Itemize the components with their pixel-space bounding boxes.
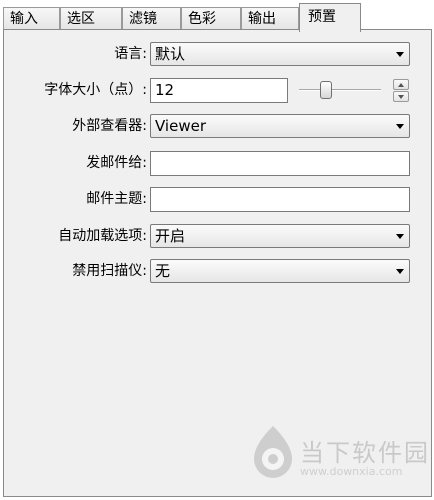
language-select[interactable]: 默认 — [150, 42, 410, 66]
disable-scanner-value: 无 — [155, 262, 171, 280]
external-viewer-select[interactable]: Viewer — [150, 114, 410, 138]
spin-down-icon — [398, 95, 404, 99]
disable-scanner-label: 禁用扫描仪: — [72, 263, 147, 279]
mail-subject-input[interactable] — [150, 187, 410, 212]
spin-down-button[interactable] — [393, 91, 409, 102]
spin-up-button[interactable] — [393, 79, 409, 90]
font-size-slider-track[interactable] — [299, 89, 381, 91]
watermark-url: www.downxia.com — [300, 465, 403, 478]
watermark-title: 当下软件园 — [300, 439, 430, 467]
tab-color[interactable]: 色彩 — [181, 7, 241, 31]
external-viewer-value: Viewer — [155, 117, 206, 135]
external-viewer-label: 外部查看器: — [72, 118, 147, 134]
tab-output[interactable]: 输出 — [241, 7, 299, 31]
watermark: 当下软件园 www.downxia.com — [248, 423, 434, 497]
tab-presets[interactable]: 预置 — [299, 3, 361, 32]
disable-scanner-select[interactable]: 无 — [150, 259, 410, 283]
chevron-down-icon — [396, 269, 404, 274]
chevron-down-icon — [396, 52, 404, 57]
chevron-down-icon — [396, 234, 404, 239]
send-mail-label: 发邮件给: — [86, 155, 147, 171]
tab-filter[interactable]: 滤镜 — [122, 7, 181, 31]
send-mail-input[interactable] — [150, 151, 410, 176]
font-size-label: 字体大小（点）: — [44, 82, 147, 98]
tab-bar: 输入 选区 滤镜 色彩 输出 预置 — [3, 3, 434, 32]
language-label: 语言: — [114, 46, 147, 62]
slider-thumb-icon[interactable] — [320, 81, 332, 99]
autoload-value: 开启 — [155, 227, 186, 245]
autoload-label: 自动加载选项: — [58, 228, 147, 244]
font-size-input[interactable]: 12 — [150, 78, 288, 103]
tab-selection[interactable]: 选区 — [60, 7, 122, 31]
tab-input[interactable]: 输入 — [3, 7, 60, 31]
mail-subject-label: 邮件主题: — [86, 191, 147, 207]
chevron-down-icon — [396, 124, 404, 129]
autoload-select[interactable]: 开启 — [150, 224, 410, 248]
language-value: 默认 — [155, 45, 186, 63]
spin-up-icon — [398, 83, 404, 87]
watermark-logo-icon — [254, 426, 292, 478]
